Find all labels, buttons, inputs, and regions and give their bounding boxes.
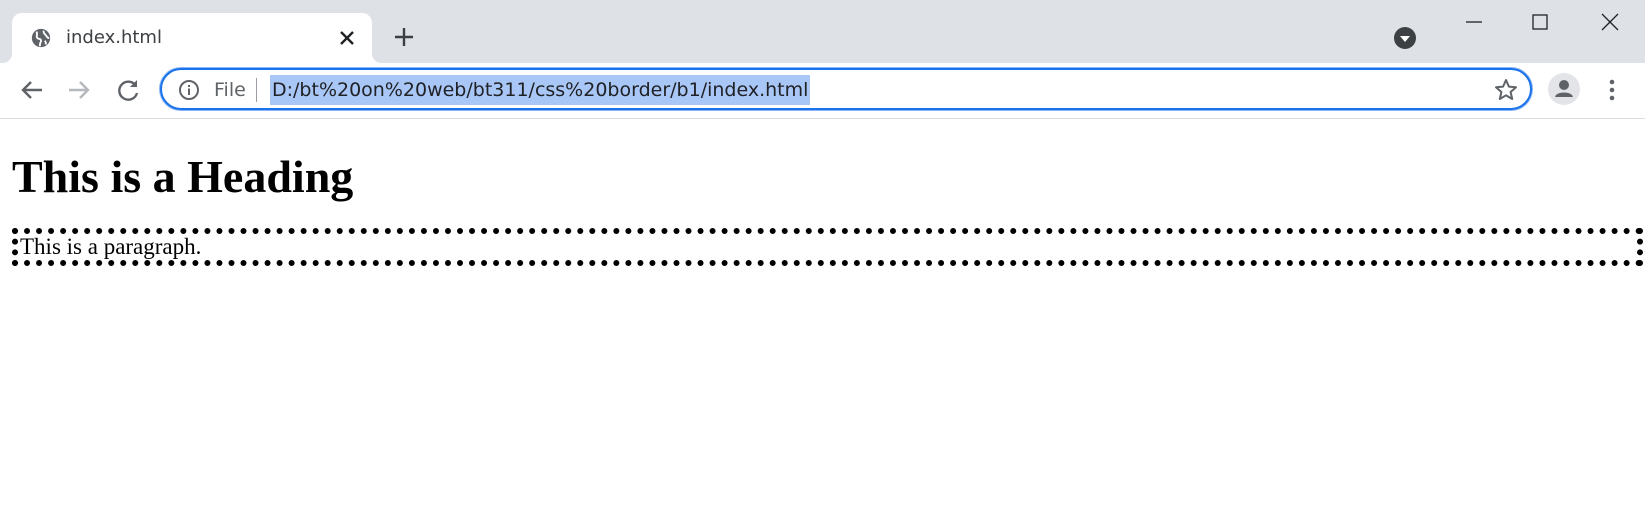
globe-icon — [31, 28, 51, 48]
arrow-right-icon[interactable] — [64, 75, 94, 105]
star-icon[interactable] — [1493, 77, 1519, 103]
page-content: This is a Heading This is a paragraph. — [0, 119, 1645, 517]
info-icon[interactable] — [178, 79, 200, 101]
avatar[interactable] — [1548, 73, 1580, 105]
dotted-paragraph: This is a paragraph. — [12, 228, 1643, 266]
address-bar[interactable]: File D:/bt%20on%20web/bt311/css%20border… — [160, 68, 1532, 110]
close-icon[interactable] — [1598, 8, 1622, 36]
arrow-left-icon[interactable] — [17, 75, 47, 105]
minimize-icon[interactable] — [1462, 8, 1486, 36]
page-heading: This is a Heading — [12, 151, 354, 202]
url-text[interactable]: D:/bt%20on%20web/bt311/css%20border/b1/i… — [270, 75, 811, 105]
person-icon — [1555, 80, 1573, 97]
tab-strip: index.html — [0, 0, 1645, 63]
site-label: File — [214, 79, 246, 101]
close-icon[interactable] — [338, 29, 356, 47]
address-divider — [256, 78, 257, 102]
reload-icon[interactable] — [113, 75, 143, 105]
browser-toolbar: File D:/bt%20on%20web/bt311/css%20border… — [0, 63, 1645, 119]
maximize-icon[interactable] — [1528, 8, 1552, 36]
more-vert-icon[interactable] — [1600, 75, 1624, 105]
tab-title: index.html — [66, 27, 162, 48]
plus-icon[interactable] — [392, 25, 416, 49]
chevron-down-icon[interactable] — [1393, 26, 1417, 50]
tab-index[interactable]: index.html — [2, 13, 382, 63]
